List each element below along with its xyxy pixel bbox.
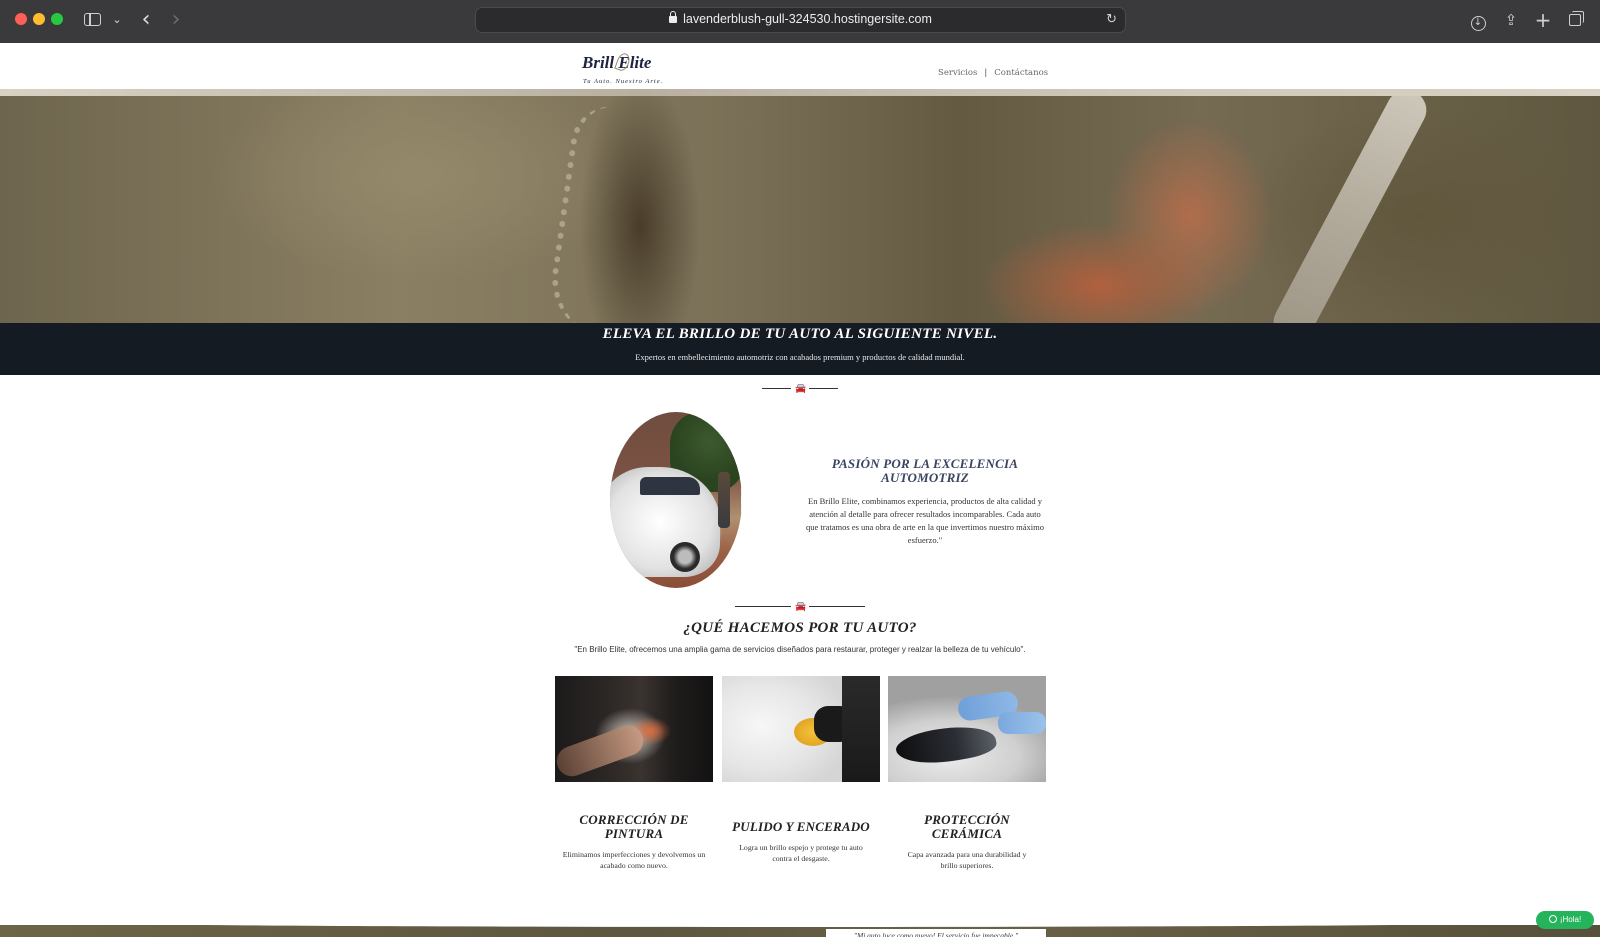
share-icon: ⇪ (1504, 11, 1518, 29)
services-intro: "En Brillo Elite, ofrecemos una amplia g… (574, 645, 1026, 654)
nav-contactanos-link[interactable]: Contáctanos (994, 68, 1048, 78)
downloads-button[interactable]: ↓ (1468, 9, 1488, 31)
service-image-polish (722, 676, 880, 782)
nav-separator: | (984, 68, 988, 78)
car-icon: 🚘 (795, 384, 807, 394)
hero-title: ELEVA EL BRILLO DE TU AUTO AL SIGUIENTE … (602, 326, 998, 342)
back-icon: ‹ (141, 7, 151, 32)
logo-tagline: Tu Auto. Nuestro Arte. (583, 78, 664, 85)
back-button[interactable]: ‹ (136, 9, 156, 31)
car-icon: 🚘 (795, 602, 807, 612)
section-divider: 🚘 (762, 384, 838, 394)
reload-icon[interactable]: ↻ (1106, 12, 1117, 27)
hero-band: ELEVA EL BRILLO DE TU AUTO AL SIGUIENTE … (0, 323, 1600, 375)
forward-icon: › (171, 7, 181, 32)
service-text: Eliminamos imperfecciones y devolvemos u… (562, 850, 706, 870)
services-title: ¿QUÉ HACEMOS POR TU AUTO? (683, 620, 917, 636)
tab-overview-button[interactable] (1566, 9, 1586, 31)
service-image-paint-correction (555, 676, 713, 782)
chevron-down-icon[interactable]: ⌄ (110, 9, 124, 31)
forward-button[interactable]: › (166, 9, 186, 31)
testimonial-quote: "Mi auto luce como nuevo! El servicio fu… (826, 929, 1046, 937)
service-image-ceramic (888, 676, 1046, 782)
nav-servicios-link[interactable]: Servicios (938, 68, 977, 78)
zoom-window-button[interactable] (51, 13, 63, 25)
service-text: Capa avanzada para una durabilidad y bri… (907, 850, 1027, 870)
whatsapp-chat-button[interactable]: ¡Hola! (1536, 911, 1594, 929)
sidebar-icon (84, 13, 101, 26)
about-title: PASIÓN POR LA EXCELENCIA AUTOMOTRIZ (831, 456, 1019, 485)
main-nav: Servicios | Contáctanos (938, 68, 1048, 78)
whatsapp-label: ¡Hola! (1559, 915, 1582, 924)
url-text: lavenderblush-gull-324530.hostingersite.… (683, 12, 932, 26)
download-icon: ↓ (1470, 16, 1486, 31)
hero-image (0, 96, 1600, 324)
close-window-button[interactable] (15, 13, 27, 25)
new-tab-button[interactable]: + (1533, 9, 1553, 31)
service-title: PULIDO Y ENCERADO (732, 819, 870, 834)
whatsapp-icon (1548, 915, 1557, 923)
address-bar[interactable]: lavenderblush-gull-324530.hostingersite.… (475, 7, 1126, 33)
testimonial-section-edge (0, 921, 1600, 937)
section-divider: 🚘 (735, 602, 865, 612)
about-text: En Brillo Elite, combinamos experiencia,… (806, 496, 1044, 545)
site-header: Brill Elite Tu Auto. Nuestro Arte. Servi… (0, 43, 1600, 90)
browser-toolbar: ⌄ ‹ › lavenderblush-gull-324530.hostinge… (0, 0, 1600, 43)
new-tab-icon: + (1534, 8, 1552, 32)
lock-icon (669, 11, 678, 23)
service-title: PROTECCIÓN CERÁMICA (924, 812, 1010, 841)
sidebar-toggle-button[interactable] (83, 9, 103, 31)
hero-subtitle: Expertos en embellecimiento automotriz c… (635, 352, 965, 362)
site-logo[interactable]: Brill Elite Tu Auto. Nuestro Arte. (580, 51, 670, 87)
share-button[interactable]: ⇪ (1501, 9, 1521, 31)
service-text: Logra un brillo espejo y protege tu auto… (739, 843, 863, 863)
minimize-window-button[interactable] (33, 13, 45, 25)
service-title: CORRECCIÓN DE PINTURA (579, 812, 689, 841)
about-car-photo (610, 412, 742, 588)
